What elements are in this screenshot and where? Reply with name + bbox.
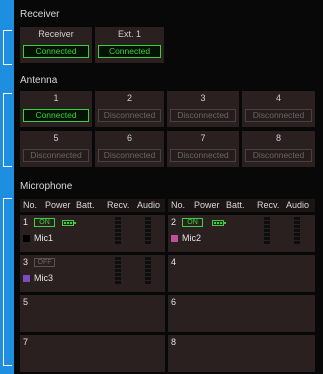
mic-name: Mic2: [182, 233, 202, 243]
mic-slot-4[interactable]: 4: [168, 255, 315, 292]
recv-meter: [115, 257, 121, 284]
power-status-badge: ON: [182, 218, 203, 227]
antenna-slot-6[interactable]: 6 Disconnected: [95, 131, 164, 167]
antenna-slot-4[interactable]: 4 Disconnected: [242, 91, 315, 127]
antenna-slot-label: 7: [200, 133, 206, 143]
mic-number: 4: [171, 257, 177, 267]
battery-icon: [62, 220, 76, 226]
antenna-slot-label: 1: [53, 93, 59, 103]
antenna-status-badge: Connected: [23, 109, 89, 122]
mic-slot-2[interactable]: 2 ON Mic2: [168, 215, 315, 252]
mic-slot-7[interactable]: 7: [20, 335, 165, 372]
mic-header-right: No. Power Batt. Recv. Audio: [168, 199, 315, 212]
mic-slot-3[interactable]: 3 OFF Mic3: [20, 255, 165, 292]
antenna-status-badge: Disconnected: [98, 109, 161, 122]
col-power: Power: [194, 200, 220, 210]
col-audio: Audio: [137, 200, 161, 210]
receiver-bracket: [3, 30, 12, 65]
recv-meter: [264, 217, 270, 244]
recv-meter: [115, 217, 121, 244]
col-batt: Batt.: [226, 200, 245, 210]
col-recv: Recv.: [257, 200, 280, 210]
antenna-slot-8[interactable]: 8 Disconnected: [242, 131, 315, 167]
col-recv: Recv.: [107, 200, 130, 210]
mic-number: 2: [171, 217, 177, 227]
mic-number: 6: [171, 297, 177, 307]
antenna-slot-label: 8: [275, 133, 281, 143]
col-audio: Audio: [286, 200, 310, 210]
mic-color-swatch: [23, 275, 30, 282]
mic-slot-5[interactable]: 5: [20, 295, 165, 332]
audio-meter: [145, 257, 151, 284]
mic-slot-1[interactable]: 1 ON Mic1: [20, 215, 165, 252]
col-no: No.: [171, 200, 186, 210]
power-status-badge: ON: [34, 218, 55, 227]
col-batt: Batt.: [76, 200, 95, 210]
receiver-unit-ext1[interactable]: Ext. 1 Connected: [95, 27, 164, 63]
antenna-slot-5[interactable]: 5 Disconnected: [20, 131, 92, 167]
antenna-status-badge: Disconnected: [170, 149, 236, 162]
mic-name: Mic3: [34, 273, 54, 283]
microphone-bracket: [3, 198, 12, 366]
mic-color-swatch: [171, 235, 178, 242]
antenna-bracket: [3, 93, 12, 167]
mic-name: Mic1: [34, 233, 54, 243]
receiver-status-badge: Connected: [23, 45, 89, 58]
mic-header-left: No. Power Batt. Recv. Audio: [20, 199, 165, 212]
mic-slot-8[interactable]: 8: [168, 335, 315, 372]
receiver-unit-label: Receiver: [38, 29, 74, 39]
antenna-slot-7[interactable]: 7 Disconnected: [167, 131, 239, 167]
mic-number: 1: [23, 217, 29, 227]
mic-color-swatch: [23, 235, 30, 242]
mic-number: 7: [23, 337, 29, 347]
battery-icon: [212, 220, 226, 226]
antenna-status-badge: Disconnected: [23, 149, 89, 162]
antenna-status-badge: Disconnected: [245, 149, 312, 162]
receiver-unit-main[interactable]: Receiver Connected: [20, 27, 92, 63]
antenna-slot-1[interactable]: 1 Connected: [20, 91, 92, 127]
receiver-section-title: Receiver: [20, 9, 60, 20]
antenna-section-title: Antenna: [20, 75, 58, 86]
antenna-status-badge: Disconnected: [170, 109, 236, 122]
antenna-slot-label: 6: [126, 133, 132, 143]
col-power: Power: [45, 200, 71, 210]
wireless-status-panel: Receiver Receiver Connected Ext. 1 Conne…: [0, 0, 323, 374]
audio-meter: [294, 217, 300, 244]
power-status-badge: OFF: [34, 258, 55, 267]
mic-slot-6[interactable]: 6: [168, 295, 315, 332]
col-no: No.: [23, 200, 38, 210]
antenna-slot-label: 5: [53, 133, 59, 143]
receiver-status-badge: Connected: [98, 45, 161, 58]
mic-number: 5: [23, 297, 29, 307]
microphone-section-title: Microphone: [20, 181, 73, 192]
antenna-status-badge: Disconnected: [245, 109, 312, 122]
mic-number: 8: [171, 337, 177, 347]
receiver-unit-label: Ext. 1: [117, 29, 141, 39]
antenna-slot-3[interactable]: 3 Disconnected: [167, 91, 239, 127]
audio-meter: [145, 217, 151, 244]
antenna-status-badge: Disconnected: [98, 149, 161, 162]
antenna-slot-label: 2: [126, 93, 132, 103]
antenna-slot-label: 4: [275, 93, 281, 103]
antenna-slot-2[interactable]: 2 Disconnected: [95, 91, 164, 127]
antenna-slot-label: 3: [200, 93, 206, 103]
mic-number: 3: [23, 257, 29, 267]
